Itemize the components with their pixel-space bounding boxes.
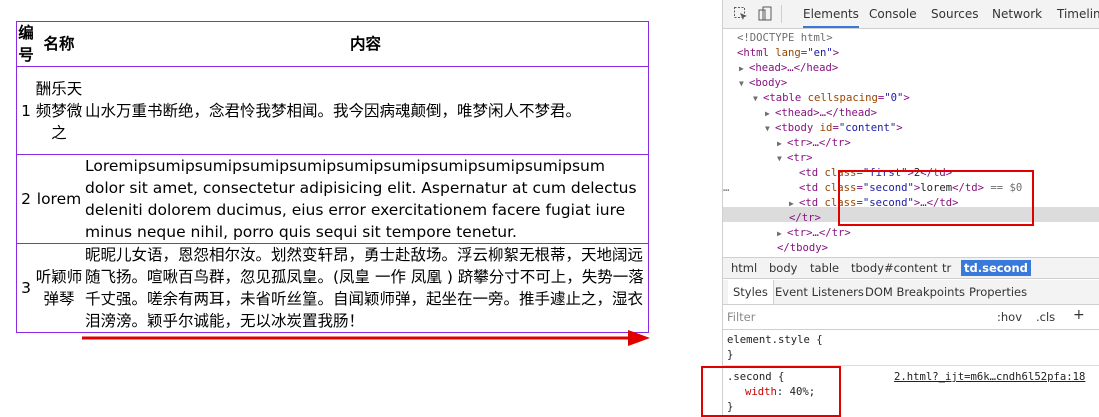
tab-elements[interactable]: Elements [803,0,859,28]
dom-node-tr-close[interactable]: </tr> [789,211,821,226]
element-style-close: } [727,349,734,361]
breadcrumb-html[interactable]: html [728,260,760,276]
header-row: 编号 名称 内容 [17,22,649,67]
table-row: 1 酬乐天频梦微之 山水万重书断绝，念君怜我梦相闻。我今因病魂颠倒，唯梦闲人不梦… [16,66,649,155]
dom-node-table[interactable]: ▼ <table cellspacing="0"> [753,91,910,106]
inspect-element-icon[interactable] [733,6,749,22]
node-text: <tr>…</tr> [787,227,851,239]
breadcrumb-tbody[interactable]: tbody#content [848,260,941,276]
dom-node-head[interactable]: ▶ <head>…</head> [739,61,838,76]
tab-properties[interactable]: Properties [969,280,1027,304]
cell-name: 酬乐天频梦微之 [35,66,83,155]
attr-value: "en" [807,47,833,59]
cell-content: 昵昵儿女语，恩怨相尔汝。划然变轩昂，勇士赴敌场。浮云柳絮无根蒂，天地阔远随飞扬。… [83,243,649,333]
toolbar-divider [781,5,782,23]
node-text: <head>…</head> [749,62,839,74]
attr-name: lang [775,47,801,59]
expand-arrow-icon[interactable]: ▶ [789,196,799,211]
tag-name: tbody [781,122,814,134]
attr-name: id [819,122,833,134]
tag-name: table [769,92,802,104]
add-rule-button[interactable]: + [1073,307,1085,323]
callout-box-dom [838,170,1034,226]
dom-node-tr-2[interactable]: ▼ <tr> [777,151,813,166]
cell-num: 2 [16,154,35,244]
table-body: 1 酬乐天频梦微之 山水万重书断绝，念君怜我梦相闻。我今因病魂颠倒，唯梦闲人不梦… [16,66,649,333]
right-arrow-annotation [82,330,650,346]
tag-name: html [743,47,769,59]
devtools-toolbar: Elements Console Sources Network Timelin… [723,0,1099,29]
close-tag: </tr> [789,212,821,224]
table-row: 3 听颖师弹琴 昵昵儿女语，恩怨相尔汝。划然变轩昂，勇士赴敌场。浮云柳絮无根蒂，… [16,243,649,333]
tab-dom-breakpoints[interactable]: DOM Breakpoints [865,280,965,304]
callout-box-css [701,366,841,417]
element-style-selector[interactable]: element.style { [727,333,823,348]
tab-console[interactable]: Console [869,0,917,28]
rule-source-link[interactable]: 2.html?_ijt=m6k…cndh6l52pfa:18 [894,370,1085,385]
attr-value: "content" [838,122,897,134]
cell-num: 1 [16,66,35,155]
expand-arrow-icon[interactable]: ▶ [777,136,787,151]
attr-value: "0" [884,92,904,104]
dom-node-body[interactable]: ▼ <body> [739,76,787,91]
expand-arrow-icon[interactable]: ▶ [739,61,749,76]
cell-name: 听颖师弹琴 [35,243,83,333]
table-head: 编号 名称 内容 [17,22,649,67]
cell-name: lorem [35,154,83,244]
dom-node-tr-1[interactable]: ▶ <tr>…</tr> [777,136,851,151]
dom-node-tr-3[interactable]: ▶ <tr>…</tr> [777,226,851,241]
content-table: 编号 名称 内容 1 酬乐天频梦微之 山水万重书断绝，念君怜我梦相闻。我今因病魂… [16,21,649,333]
dom-node-doctype[interactable]: <!DOCTYPE html> [737,31,833,46]
collapse-arrow-icon[interactable]: ▼ [777,151,787,166]
cell-content: 山水万重书断绝，念君怜我梦相闻。我今因病魂颠倒，唯梦闲人不梦君。 [83,66,649,155]
attr-name: cellspacing [807,92,878,104]
collapse-arrow-icon[interactable]: ▼ [765,121,775,136]
dom-node-tbody[interactable]: ▼ <tbody id="content"> [765,121,903,136]
styles-filter-input[interactable] [727,309,907,325]
dom-node-thead[interactable]: ▶ <thead>…</thead> [765,106,877,121]
tab-timeline[interactable]: Timeline [1057,0,1099,28]
cell-num: 3 [16,243,35,333]
selection-gutter: … [723,182,730,194]
device-mode-icon[interactable] [757,6,773,22]
expand-arrow-icon[interactable]: ▶ [777,226,787,241]
header-num: 编号 [18,24,34,64]
dom-node-html[interactable]: <html lang="en"> [737,46,839,61]
tag-name: td [805,197,819,209]
header-content: 内容 [349,35,381,53]
tab-network[interactable]: Network [992,0,1042,28]
breadcrumb-tr[interactable]: tr [939,260,954,276]
table-row: 2 lorem Loremipsumipsumipsumipsumipsumip… [16,154,649,244]
doctype-text: <!DOCTYPE html> [737,32,833,44]
collapse-arrow-icon[interactable]: ▼ [753,91,763,106]
collapse-arrow-icon[interactable]: ▼ [739,76,749,91]
tab-sources[interactable]: Sources [931,0,978,28]
close-tag: </tbody> [777,242,829,254]
header-name: 名称 [43,35,75,53]
hover-state-toggle[interactable]: :hov [997,309,1022,325]
tab-styles[interactable]: Styles [728,280,774,304]
dom-node-tbody-close[interactable]: </tbody> [777,241,828,256]
breadcrumb-body[interactable]: body [766,260,800,276]
cell-content: Loremipsumipsumipsumipsumipsumipsumipsum… [83,154,649,244]
styles-subtabs: Styles Event Listeners DOM Breakpoints P… [723,280,1099,305]
node-text: <tr> [787,152,813,164]
tab-event-listeners[interactable]: Event Listeners [775,280,864,304]
styles-filter-bar: :hov .cls + [723,305,1099,330]
node-text: <tr>…</tr> [787,137,851,149]
breadcrumb-table[interactable]: table [807,260,842,276]
expand-arrow-icon[interactable]: ▶ [765,106,775,121]
class-toggle[interactable]: .cls [1036,309,1055,325]
node-text: <body> [749,77,788,89]
tag-name: td [805,167,819,179]
breadcrumb: html body table tbody#content tr td.seco… [723,257,1099,279]
tag-name: td [805,182,819,194]
breadcrumb-td-second[interactable]: td.second [961,260,1031,276]
node-text: <thead>…</thead> [775,107,878,119]
